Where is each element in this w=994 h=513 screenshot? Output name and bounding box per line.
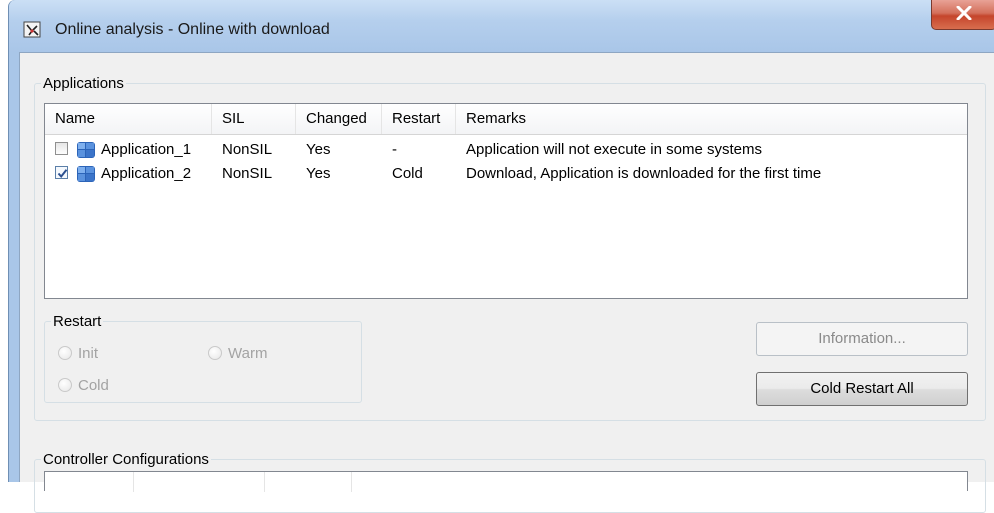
restart-group-label: Restart <box>53 313 102 330</box>
restart-option-warm[interactable]: Warm <box>208 343 267 365</box>
dialog-window: Online analysis - Online with download A… <box>8 0 994 513</box>
application-restart: Cold <box>392 165 423 182</box>
close-icon <box>956 5 972 24</box>
applications-group-label: Applications <box>43 75 124 92</box>
controller-configurations-label: Controller Configurations <box>43 451 209 468</box>
application-restart: - <box>392 141 397 158</box>
row-checkbox[interactable] <box>55 142 68 155</box>
column-header-name[interactable]: Name <box>45 104 212 134</box>
table-row[interactable]: Application_1 NonSIL Yes - Application w… <box>45 138 967 162</box>
title-bar[interactable]: Online analysis - Online with download <box>9 0 994 52</box>
application-remarks: Download, Application is downloaded for … <box>466 165 822 182</box>
column-divider <box>351 472 352 492</box>
dialog-client-area: Applications Name SIL Changed Restart Re… <box>19 52 994 513</box>
controller-configurations-list[interactable] <box>44 471 968 492</box>
radio-cold-label: Cold <box>78 377 109 394</box>
close-button[interactable] <box>931 0 994 30</box>
applications-list[interactable]: Name SIL Changed Restart Remarks Applica… <box>44 103 968 299</box>
column-header-restart[interactable]: Restart <box>382 104 456 134</box>
restart-option-cold[interactable]: Cold <box>58 375 109 397</box>
column-header-sil[interactable]: SIL <box>212 104 296 134</box>
information-button[interactable]: Information... <box>756 322 968 356</box>
checkmark-icon <box>57 169 68 179</box>
radio-init-label: Init <box>78 345 99 362</box>
column-divider <box>264 472 265 492</box>
table-row[interactable]: Application_2 NonSIL Yes Cold Download, … <box>45 162 967 186</box>
column-header-remarks[interactable]: Remarks <box>456 104 967 134</box>
radio-cold[interactable] <box>58 378 72 392</box>
radio-init[interactable] <box>58 346 72 360</box>
application-remarks: Application will not execute in some sys… <box>466 141 762 158</box>
application-changed: Yes <box>306 141 331 158</box>
radio-warm-label: Warm <box>228 345 268 362</box>
row-checkbox[interactable] <box>55 166 68 179</box>
app-icon <box>23 20 43 40</box>
cold-restart-all-button[interactable]: Cold Restart All <box>756 372 968 406</box>
application-sil: NonSIL <box>222 141 273 158</box>
application-name: Application_1 <box>101 141 192 158</box>
application-sil: NonSIL <box>222 165 273 182</box>
window-title: Online analysis - Online with download <box>55 21 330 38</box>
application-name: Application_2 <box>101 165 192 182</box>
applications-list-header: Name SIL Changed Restart Remarks <box>45 104 967 135</box>
application-changed: Yes <box>306 165 331 182</box>
column-header-changed[interactable]: Changed <box>296 104 382 134</box>
column-divider <box>133 472 134 492</box>
restart-option-init[interactable]: Init <box>58 343 98 365</box>
radio-warm[interactable] <box>208 346 222 360</box>
